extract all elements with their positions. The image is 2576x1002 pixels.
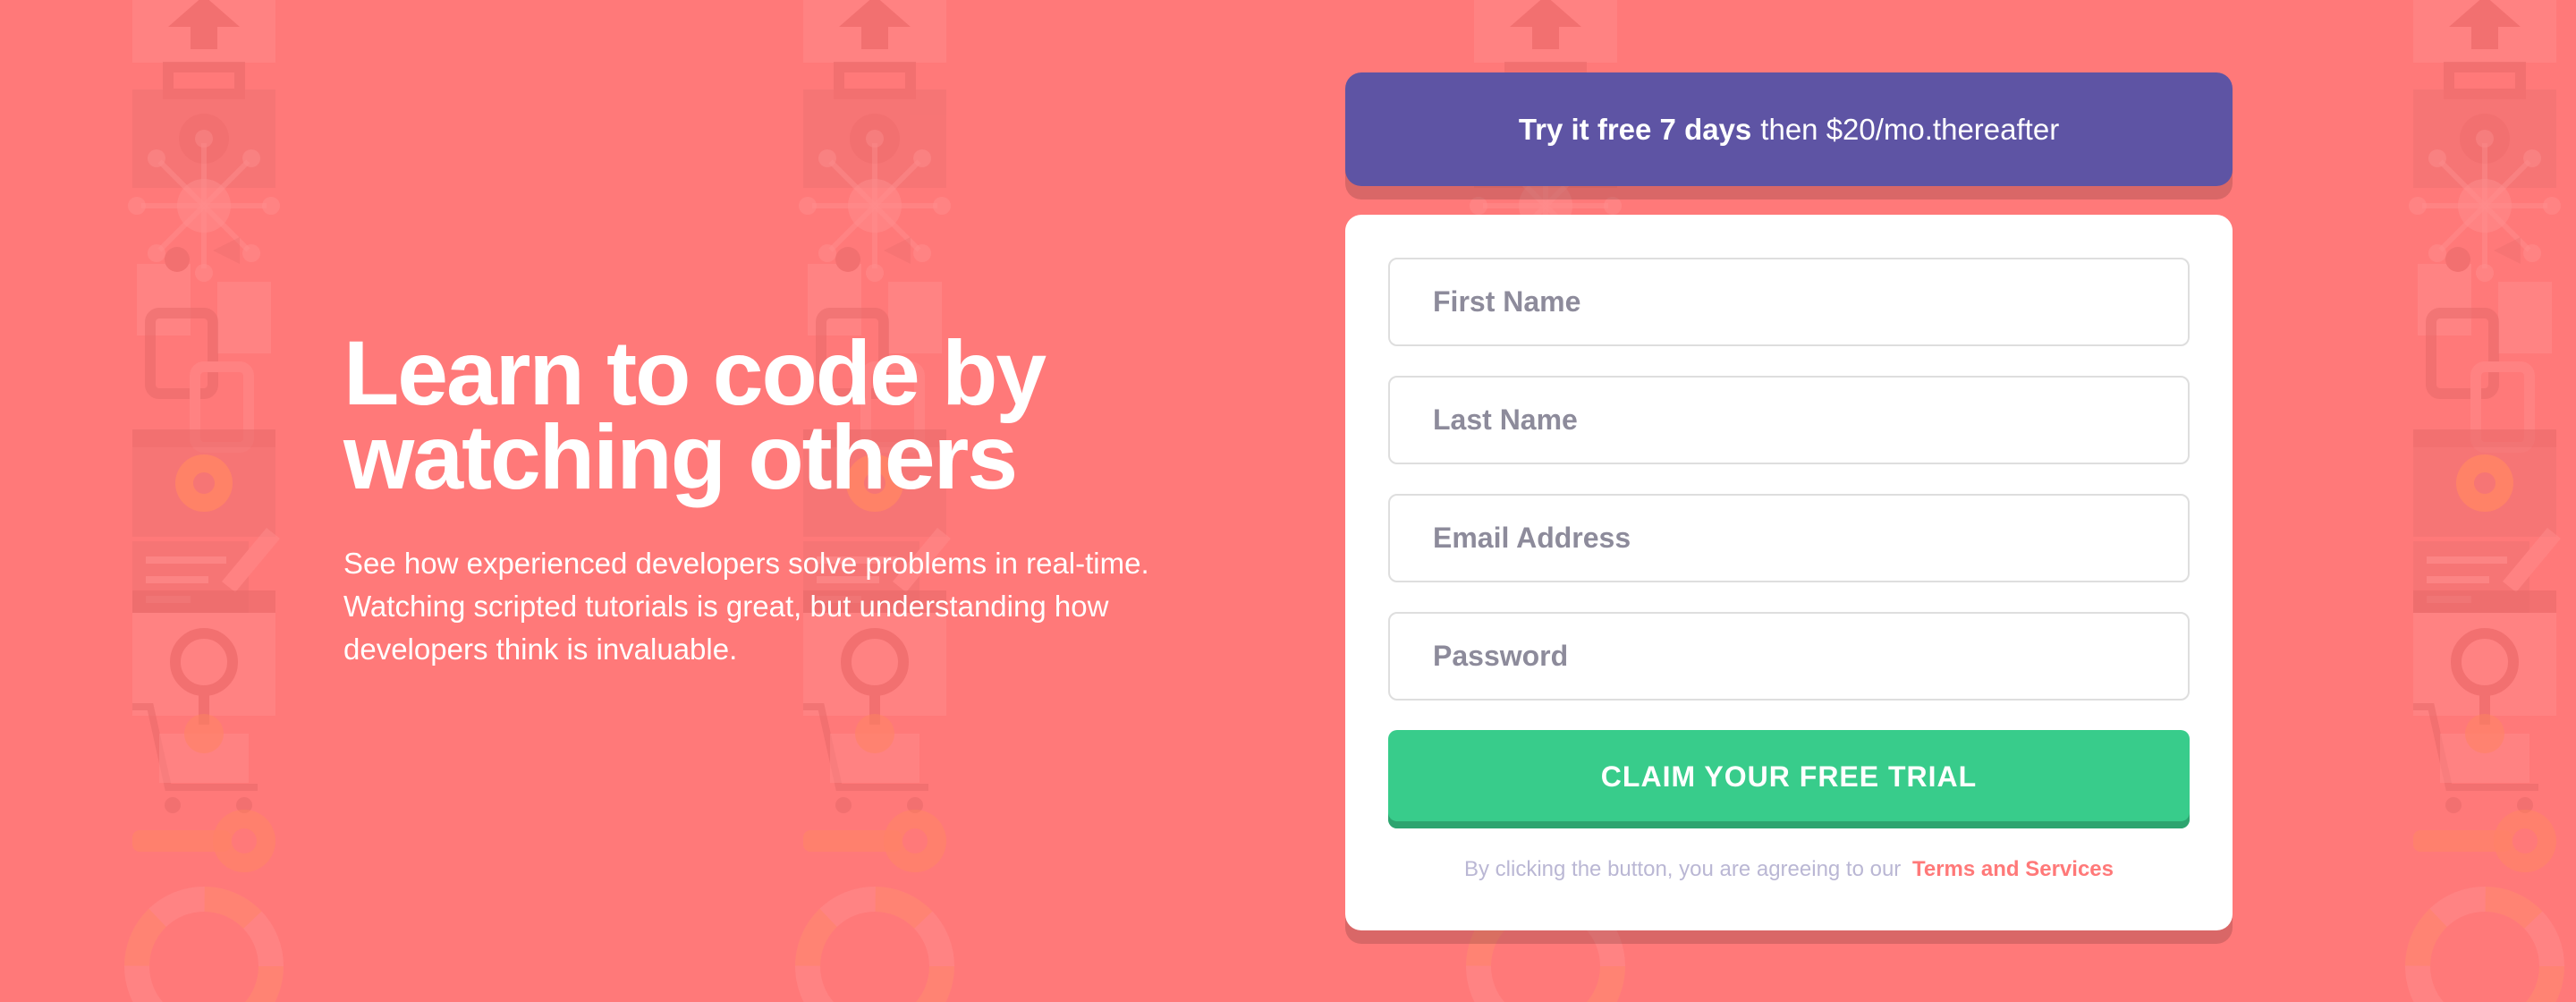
password-input[interactable]: [1388, 612, 2190, 701]
lifebuoy-icon: [795, 887, 954, 1002]
house-icon: [132, 0, 275, 63]
claim-free-trial-button[interactable]: CLAIM YOUR FREE TRIAL: [1388, 730, 2190, 828]
hero-title-line-1: Learn to code by: [343, 322, 1046, 424]
house-icon: [1474, 0, 1617, 63]
last-name-input[interactable]: [1388, 376, 2190, 464]
network-icon: [2409, 130, 2561, 282]
network-icon: [799, 130, 951, 282]
key-icon: [803, 810, 946, 872]
house-icon: [803, 0, 946, 63]
settings-icon: [2413, 429, 2556, 537]
hero-title-line-2: watching others: [343, 406, 1018, 508]
cart-icon: [2413, 703, 2538, 813]
promo-banner: Try it free 7 days then $20/mo.thereafte…: [1345, 72, 2233, 186]
cart-icon: [132, 703, 258, 813]
terms-notice: By clicking the button, you are agreeing…: [1345, 857, 2233, 882]
search-icon: [2413, 590, 2556, 725]
house-icon: [2413, 0, 2556, 63]
key-icon: [132, 810, 275, 872]
terms-link[interactable]: Terms and Services: [1912, 857, 2114, 881]
hero-title: Learn to code by watching others: [343, 322, 1265, 508]
network-icon: [128, 130, 280, 282]
settings-icon: [132, 429, 275, 537]
terms-text: By clicking the button, you are agreeing…: [1464, 857, 1902, 881]
hero-description: See how experienced developers solve pro…: [343, 547, 1149, 666]
lifebuoy-icon: [2405, 887, 2564, 1002]
search-icon: [132, 590, 275, 725]
first-name-input[interactable]: [1388, 258, 2190, 346]
signup-form: CLAIM YOUR FREE TRIAL By clicking the bu…: [1345, 215, 2233, 930]
promo-bold-text: Try it free 7 days: [1518, 112, 1752, 146]
key-icon: [2413, 810, 2556, 872]
email-input[interactable]: [1388, 494, 2190, 582]
hero-section: Learn to code by watching others See how…: [343, 322, 1265, 671]
promo-text: then $20/mo.thereafter: [1760, 112, 2060, 146]
cart-icon: [803, 703, 928, 813]
lifebuoy-icon: [124, 887, 284, 1002]
